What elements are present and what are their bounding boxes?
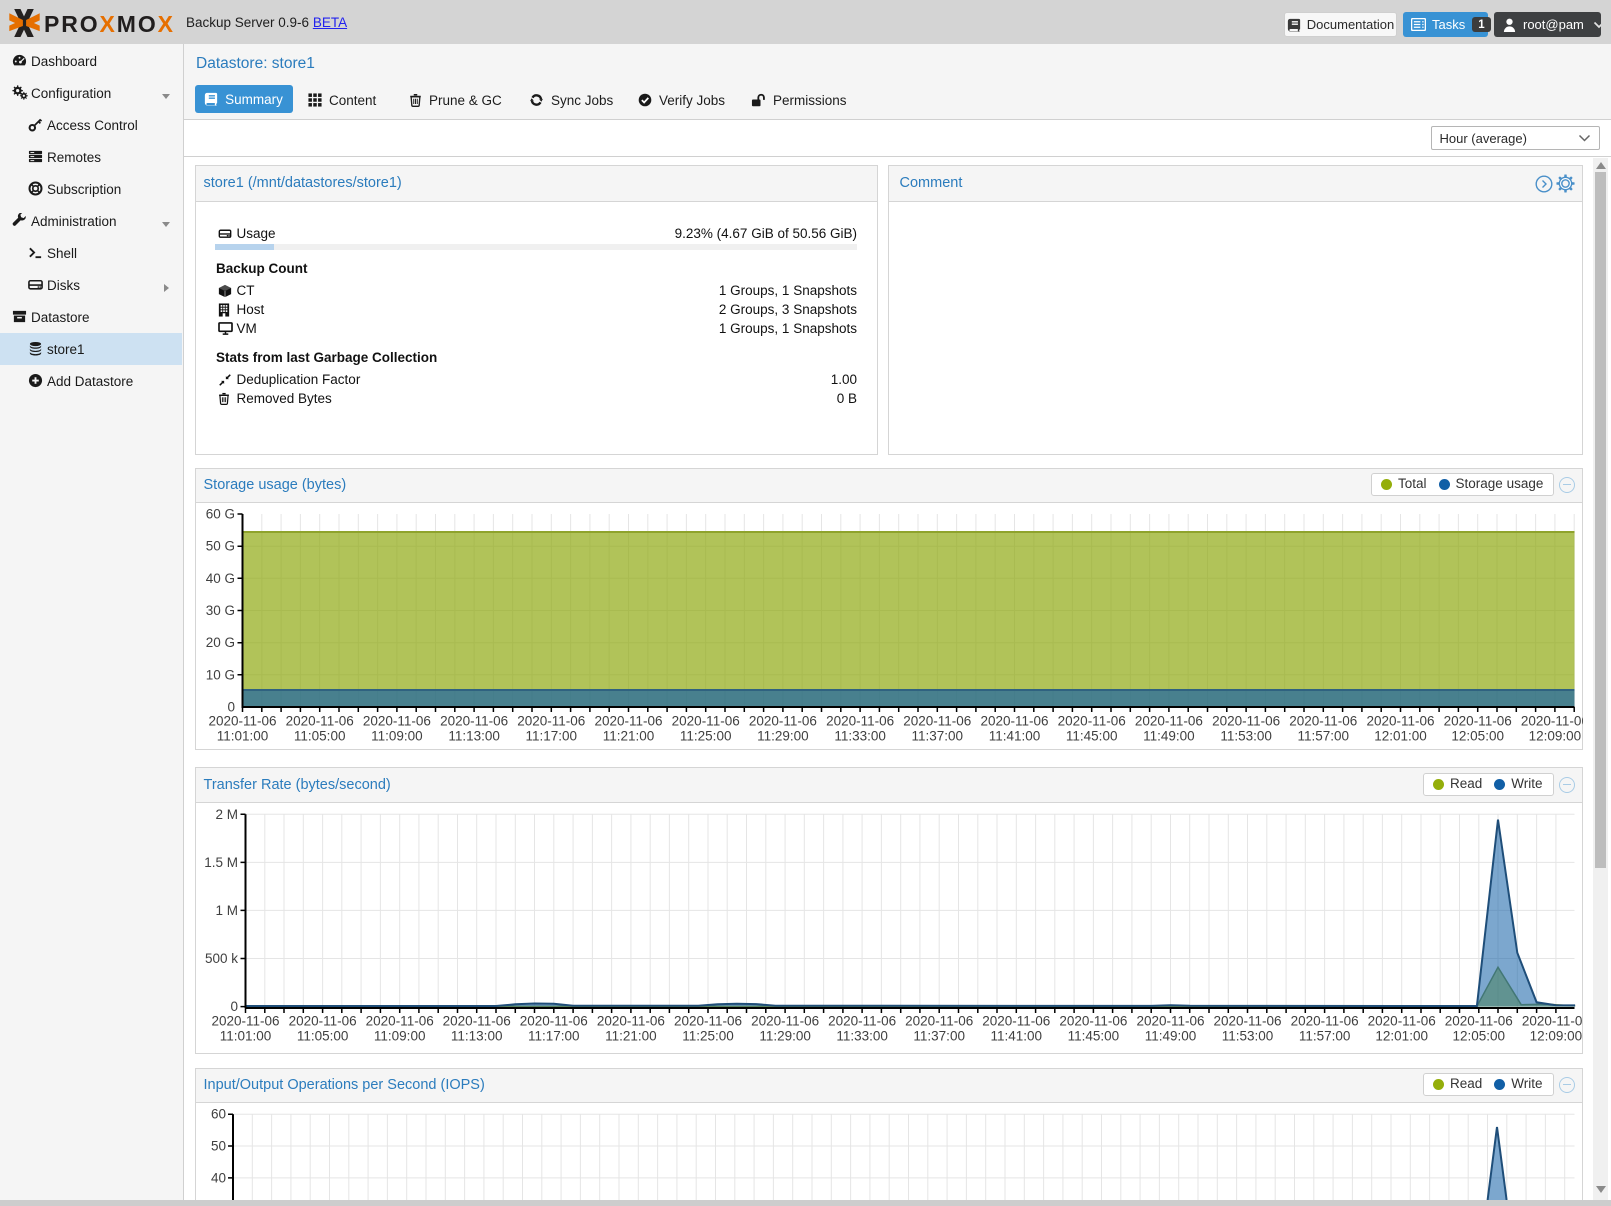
svg-text:2020-11-06: 2020-11-06 [288,1014,356,1029]
svg-text:2020-11-06: 2020-11-06 [671,714,739,729]
svg-text:2020-11-06: 2020-11-06 [748,714,816,729]
svg-text:2020-11-06: 2020-11-06 [1366,714,1434,729]
svg-text:11:13:00: 11:13:00 [448,729,500,744]
svg-text:30 G: 30 G [205,603,234,618]
svg-text:12:09:00: 12:09:00 [1529,1029,1582,1044]
svg-text:2020-11-06: 2020-11-06 [1134,714,1202,729]
svg-text:11:57:00: 11:57:00 [1297,729,1349,744]
svg-text:11:45:00: 11:45:00 [1067,1029,1119,1044]
svg-text:40: 40 [210,1170,225,1185]
svg-text:2020-11-06: 2020-11-06 [1443,714,1511,729]
svg-text:2020-11-06: 2020-11-06 [1367,1014,1435,1029]
svg-text:11:49:00: 11:49:00 [1144,1029,1196,1044]
svg-text:2020-11-06: 2020-11-06 [594,714,662,729]
svg-text:2020-11-06: 2020-11-06 [826,714,894,729]
svg-text:2020-11-06: 2020-11-06 [285,714,353,729]
svg-text:11:33:00: 11:33:00 [834,729,886,744]
svg-text:2020-11-06: 2020-11-06 [905,1014,973,1029]
svg-text:10 G: 10 G [205,667,234,682]
svg-text:11:29:00: 11:29:00 [759,1029,811,1044]
svg-text:2020-11-06: 2020-11-06 [1136,1014,1204,1029]
svg-text:500 k: 500 k [204,951,237,966]
svg-text:2020-11-06: 2020-11-06 [442,1014,510,1029]
svg-text:2020-11-06: 2020-11-06 [673,1014,741,1029]
svg-text:11:33:00: 11:33:00 [836,1029,888,1044]
svg-text:11:41:00: 11:41:00 [988,729,1040,744]
svg-text:2020-11-06: 2020-11-06 [1289,714,1357,729]
svg-text:12:01:00: 12:01:00 [1375,1029,1428,1044]
svg-text:60: 60 [210,1107,225,1122]
svg-text:2020-11-06: 2020-11-06 [1212,714,1280,729]
svg-text:11:41:00: 11:41:00 [990,1029,1042,1044]
svg-text:0: 0 [230,999,238,1014]
svg-text:11:09:00: 11:09:00 [373,1029,425,1044]
svg-text:2020-11-06: 2020-11-06 [596,1014,664,1029]
svg-text:12:05:00: 12:05:00 [1451,729,1504,744]
svg-text:2020-11-06: 2020-11-06 [1444,1014,1512,1029]
svg-text:2020-11-06: 2020-11-06 [982,1014,1050,1029]
svg-text:11:53:00: 11:53:00 [1221,1029,1273,1044]
svg-text:2020-11-06: 2020-11-06 [365,1014,433,1029]
svg-text:11:29:00: 11:29:00 [757,729,809,744]
svg-text:1 M: 1 M [215,903,238,918]
svg-text:20 G: 20 G [205,635,234,650]
svg-text:2020-11-06: 2020-11-06 [211,1014,279,1029]
svg-text:11:49:00: 11:49:00 [1143,729,1195,744]
svg-text:11:17:00: 11:17:00 [528,1029,580,1044]
svg-text:2020-11-06: 2020-11-06 [980,714,1048,729]
svg-text:2020-11-06: 2020-11-06 [903,714,971,729]
svg-text:11:53:00: 11:53:00 [1220,729,1272,744]
svg-text:11:01:00: 11:01:00 [219,1029,271,1044]
svg-text:2020-11-06: 2020-11-06 [1520,714,1583,729]
svg-text:12:01:00: 12:01:00 [1374,729,1427,744]
svg-text:50: 50 [210,1139,225,1154]
svg-text:11:37:00: 11:37:00 [913,1029,965,1044]
svg-text:2020-11-06: 2020-11-06 [828,1014,896,1029]
svg-text:11:25:00: 11:25:00 [679,729,731,744]
svg-text:2020-11-06: 2020-11-06 [517,714,585,729]
svg-text:11:13:00: 11:13:00 [450,1029,502,1044]
svg-text:11:05:00: 11:05:00 [296,1029,348,1044]
svg-text:2020-11-06: 2020-11-06 [1057,714,1125,729]
svg-text:2020-11-06: 2020-11-06 [1521,1014,1583,1029]
svg-text:11:05:00: 11:05:00 [293,729,345,744]
svg-text:11:21:00: 11:21:00 [605,1029,657,1044]
svg-text:11:37:00: 11:37:00 [911,729,963,744]
svg-text:2020-11-06: 2020-11-06 [1290,1014,1358,1029]
svg-text:11:09:00: 11:09:00 [371,729,423,744]
svg-text:0: 0 [227,700,235,715]
svg-text:11:57:00: 11:57:00 [1298,1029,1350,1044]
svg-text:2020-11-06: 2020-11-06 [440,714,508,729]
svg-text:11:17:00: 11:17:00 [525,729,577,744]
svg-text:2020-11-06: 2020-11-06 [751,1014,819,1029]
svg-text:40 G: 40 G [205,571,234,586]
svg-text:11:25:00: 11:25:00 [682,1029,734,1044]
svg-text:11:01:00: 11:01:00 [216,729,268,744]
svg-text:2020-11-06: 2020-11-06 [1213,1014,1281,1029]
svg-text:2 M: 2 M [215,807,238,822]
svg-text:1.5 M: 1.5 M [204,855,238,870]
svg-text:2020-11-06: 2020-11-06 [519,1014,587,1029]
svg-text:60 G: 60 G [205,507,234,522]
svg-text:2020-11-06: 2020-11-06 [362,714,430,729]
svg-text:2020-11-06: 2020-11-06 [1059,1014,1127,1029]
svg-text:2020-11-06: 2020-11-06 [208,714,276,729]
svg-text:12:09:00: 12:09:00 [1528,729,1581,744]
svg-text:11:21:00: 11:21:00 [602,729,654,744]
svg-text:11:45:00: 11:45:00 [1065,729,1117,744]
svg-text:50 G: 50 G [205,539,234,554]
svg-text:12:05:00: 12:05:00 [1452,1029,1505,1044]
